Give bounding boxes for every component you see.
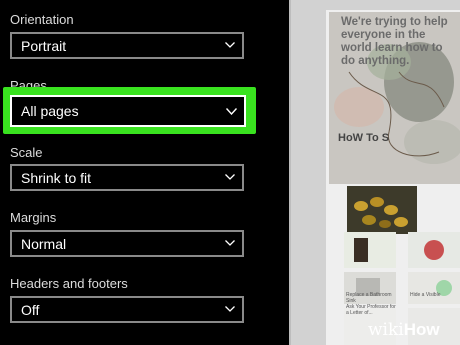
wikihow-watermark: wikiHow [368,320,440,340]
chevron-down-icon [225,306,235,312]
scale-dropdown[interactable]: Shrink to fit [10,164,244,191]
pages-dropdown[interactable]: All pages [10,95,246,127]
margins-dropdown[interactable]: Normal [10,230,244,257]
chevron-down-icon [226,108,237,115]
headers-footers-value: Off [21,302,40,318]
orientation-value: Portrait [21,38,67,54]
preview-headline: We're trying to help everyone in the wor… [341,16,448,67]
chevron-down-icon [225,42,235,48]
preview-caption: Replace a Bathroom Sink [346,292,392,304]
preview-caption: Hide a Visible [410,292,441,298]
chevron-down-icon [225,174,235,180]
headers-footers-label: Headers and footers [10,276,128,291]
orientation-dropdown[interactable]: Portrait [10,32,244,59]
watermark-wiki: wiki [368,320,404,340]
preview-caption: Ask Your Professor for a Letter of... [346,304,396,316]
scale-value: Shrink to fit [21,170,92,186]
orientation-label: Orientation [10,12,74,27]
watermark-how: How [403,320,440,339]
preview-howto-mark: HoW To S [338,132,390,144]
margins-value: Normal [21,236,67,252]
chevron-down-icon [225,240,235,246]
pages-value: All pages [21,103,79,119]
margins-label: Margins [10,210,57,225]
headers-footers-dropdown[interactable]: Off [10,296,244,323]
scale-label: Scale [10,145,43,160]
print-settings-panel: Orientation Portrait Pages All pages Sca… [0,0,289,345]
preview-hero-image: We're trying to help everyone in the wor… [329,12,460,184]
preview-food-image [347,186,417,234]
